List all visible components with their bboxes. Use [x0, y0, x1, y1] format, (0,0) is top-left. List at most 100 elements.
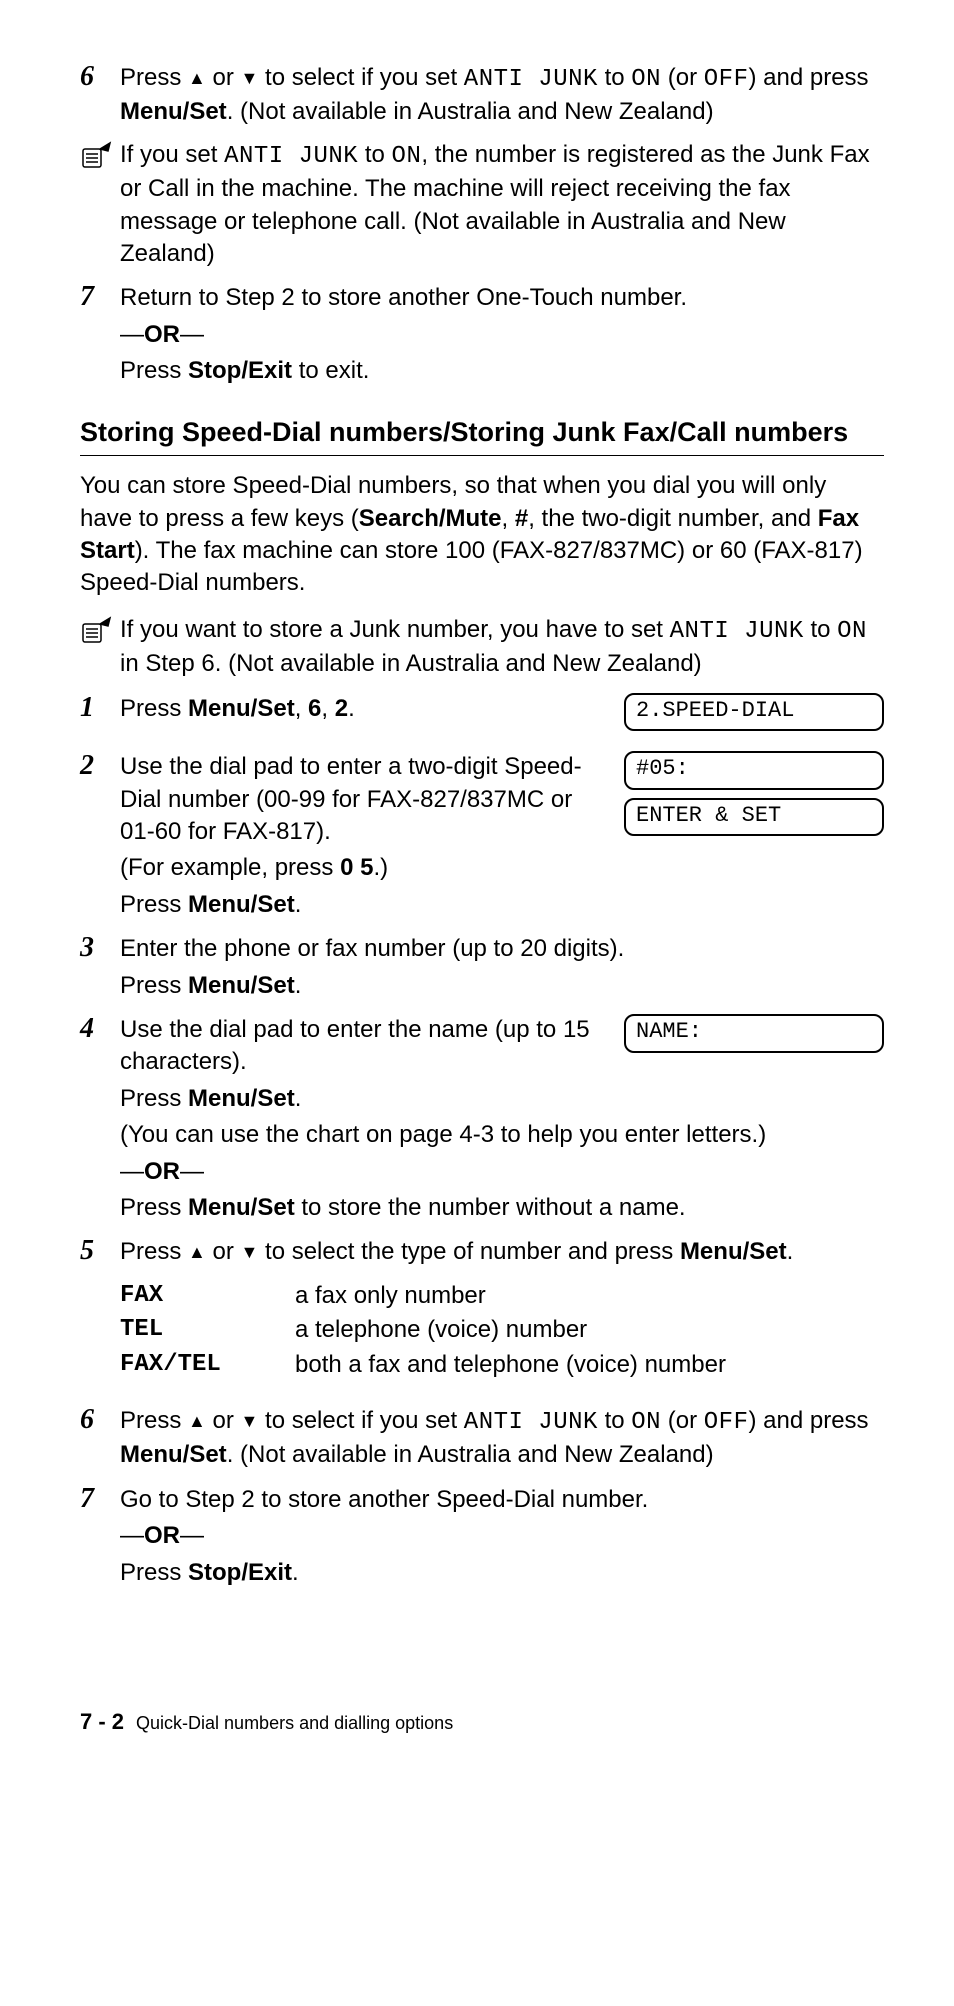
text: . — [295, 972, 302, 999]
code-text: ANTI JUNK — [464, 66, 598, 93]
triangle-up-icon: ▲ — [188, 1240, 206, 1264]
footer-title: Quick-Dial numbers and dialling options — [136, 1713, 453, 1733]
text-column: Use the dial pad to enter the name (up t… — [120, 1014, 594, 1079]
text: , — [295, 695, 308, 722]
step-number: 7 — [80, 1482, 120, 1516]
text: If you set — [120, 141, 224, 168]
bold-text: 6 — [308, 695, 321, 722]
step-body: Press ▲ or ▼ to select the type of numbe… — [120, 1234, 884, 1393]
type-row-faxtel: FAX/TEL both a fax and telephone (voice)… — [120, 1348, 884, 1383]
text: , the two-digit number, and — [528, 505, 818, 532]
text-column: Press Menu/Set, 6, 2. — [120, 693, 594, 725]
text: . — [787, 1238, 794, 1265]
step-7: 7 Go to Step 2 to store another Speed-Di… — [80, 1482, 884, 1589]
text: Press — [120, 891, 188, 918]
text: to — [598, 1407, 631, 1434]
note-icon — [80, 139, 120, 176]
text-line: Press Stop/Exit. — [120, 1557, 884, 1589]
dash: — — [180, 321, 204, 348]
text: . (Not available in Australia and New Ze… — [227, 98, 714, 125]
section-rule — [80, 455, 884, 456]
lcd-display: #05: — [624, 751, 884, 790]
code-text: ANTI JUNK — [670, 618, 804, 645]
or-line: —OR— — [120, 1156, 884, 1188]
triangle-down-icon: ▼ — [241, 1240, 259, 1264]
step-body: Press Menu/Set, 6, 2. 2.SPEED-DIAL — [120, 691, 884, 740]
text: ) and press — [748, 1407, 868, 1434]
dash: — — [120, 1158, 144, 1185]
type-row-fax: FAX a fax only number — [120, 1279, 884, 1314]
step-number: 4 — [80, 1012, 120, 1046]
type-key: FAX — [120, 1279, 295, 1314]
text: Return to Step 2 to store another One-To… — [120, 282, 884, 314]
triangle-down-icon: ▼ — [241, 1409, 259, 1433]
code-text: ON — [631, 66, 661, 93]
note-anti-junk-section: If you want to store a Junk number, you … — [80, 614, 884, 681]
bold-text: Menu/Set — [120, 98, 227, 125]
text: Press — [120, 1559, 188, 1586]
text: to — [358, 141, 391, 168]
bold-text: 2 — [335, 695, 348, 722]
bold-text: Menu/Set — [188, 972, 295, 999]
page-content: 6 Press ▲ or ▼ to select if you set ANTI… — [0, 0, 954, 1785]
type-row-tel: TEL a telephone (voice) number — [120, 1313, 884, 1348]
page-number: 7 - 2 — [80, 1709, 124, 1734]
triangle-down-icon: ▼ — [241, 66, 259, 90]
bold-text: Menu/Set — [680, 1238, 787, 1265]
step-number: 3 — [80, 931, 120, 965]
text: Press — [120, 64, 188, 91]
text: to exit. — [292, 357, 369, 384]
text: (or — [661, 1407, 704, 1434]
section-intro: You can store Speed-Dial numbers, so tha… — [80, 470, 884, 600]
text: Use the dial pad to enter the name (up t… — [120, 1014, 594, 1079]
text-line: Press Stop/Exit to exit. — [120, 355, 884, 387]
text: to — [598, 64, 631, 91]
step-body: Use the dial pad to enter the name (up t… — [120, 1012, 884, 1224]
step-number: 2 — [80, 749, 120, 783]
type-key: TEL — [120, 1313, 295, 1348]
bold-text: Menu/Set — [188, 695, 295, 722]
top-step-6: 6 Press ▲ or ▼ to select if you set ANTI… — [80, 60, 884, 129]
code-text: ON — [392, 143, 422, 170]
step-number: 1 — [80, 691, 120, 725]
step-body: Press ▲ or ▼ to select if you set ANTI J… — [120, 1403, 884, 1472]
text: Press — [120, 972, 188, 999]
section-title: Storing Speed-Dial numbers/Storing Junk … — [80, 416, 884, 450]
step-body: Use the dial pad to enter a two-digit Sp… — [120, 749, 884, 921]
text-column: Use the dial pad to enter a two-digit Sp… — [120, 751, 594, 921]
step-body: Enter the phone or fax number (up to 20 … — [120, 931, 884, 1002]
text: Press — [120, 1407, 188, 1434]
step-number: 6 — [80, 60, 120, 94]
note-body: If you want to store a Junk number, you … — [120, 614, 884, 681]
triangle-up-icon: ▲ — [188, 66, 206, 90]
text: or — [206, 1407, 241, 1434]
text-line: (For example, press 0 5.) — [120, 852, 594, 884]
display-column: NAME: — [624, 1014, 884, 1061]
step-body: Press ▲ or ▼ to select if you set ANTI J… — [120, 60, 884, 129]
step-body: Go to Step 2 to store another Speed-Dial… — [120, 1482, 884, 1589]
text-line: Press ▲ or ▼ to select the type of numbe… — [120, 1236, 884, 1268]
text: to select if you set — [258, 64, 463, 91]
text: . — [348, 695, 355, 722]
step-3: 3 Enter the phone or fax number (up to 2… — [80, 931, 884, 1002]
type-key: FAX/TEL — [120, 1348, 295, 1383]
or-text: OR — [144, 1522, 180, 1549]
text: to select the type of number and press — [258, 1238, 680, 1265]
text-line: Press Menu/Set. — [120, 1083, 884, 1115]
triangle-up-icon: ▲ — [188, 1409, 206, 1433]
bold-text: Menu/Set — [188, 1194, 295, 1221]
bold-text: Menu/Set — [188, 1085, 295, 1112]
text: , — [321, 695, 334, 722]
display-column: 2.SPEED-DIAL — [624, 693, 884, 740]
step-number: 6 — [80, 1403, 120, 1437]
code-text: ON — [837, 618, 867, 645]
step-number: 7 — [80, 280, 120, 314]
text: (You can use the chart on page 4-3 to he… — [120, 1119, 884, 1151]
text: (For example, press — [120, 854, 340, 881]
step-4: 4 Use the dial pad to enter the name (up… — [80, 1012, 884, 1224]
or-text: OR — [144, 1158, 180, 1185]
note-icon — [80, 614, 120, 651]
bold-text: Stop/Exit — [188, 357, 292, 384]
step-5: 5 Press ▲ or ▼ to select the type of num… — [80, 1234, 884, 1393]
text: ) and press — [748, 64, 868, 91]
